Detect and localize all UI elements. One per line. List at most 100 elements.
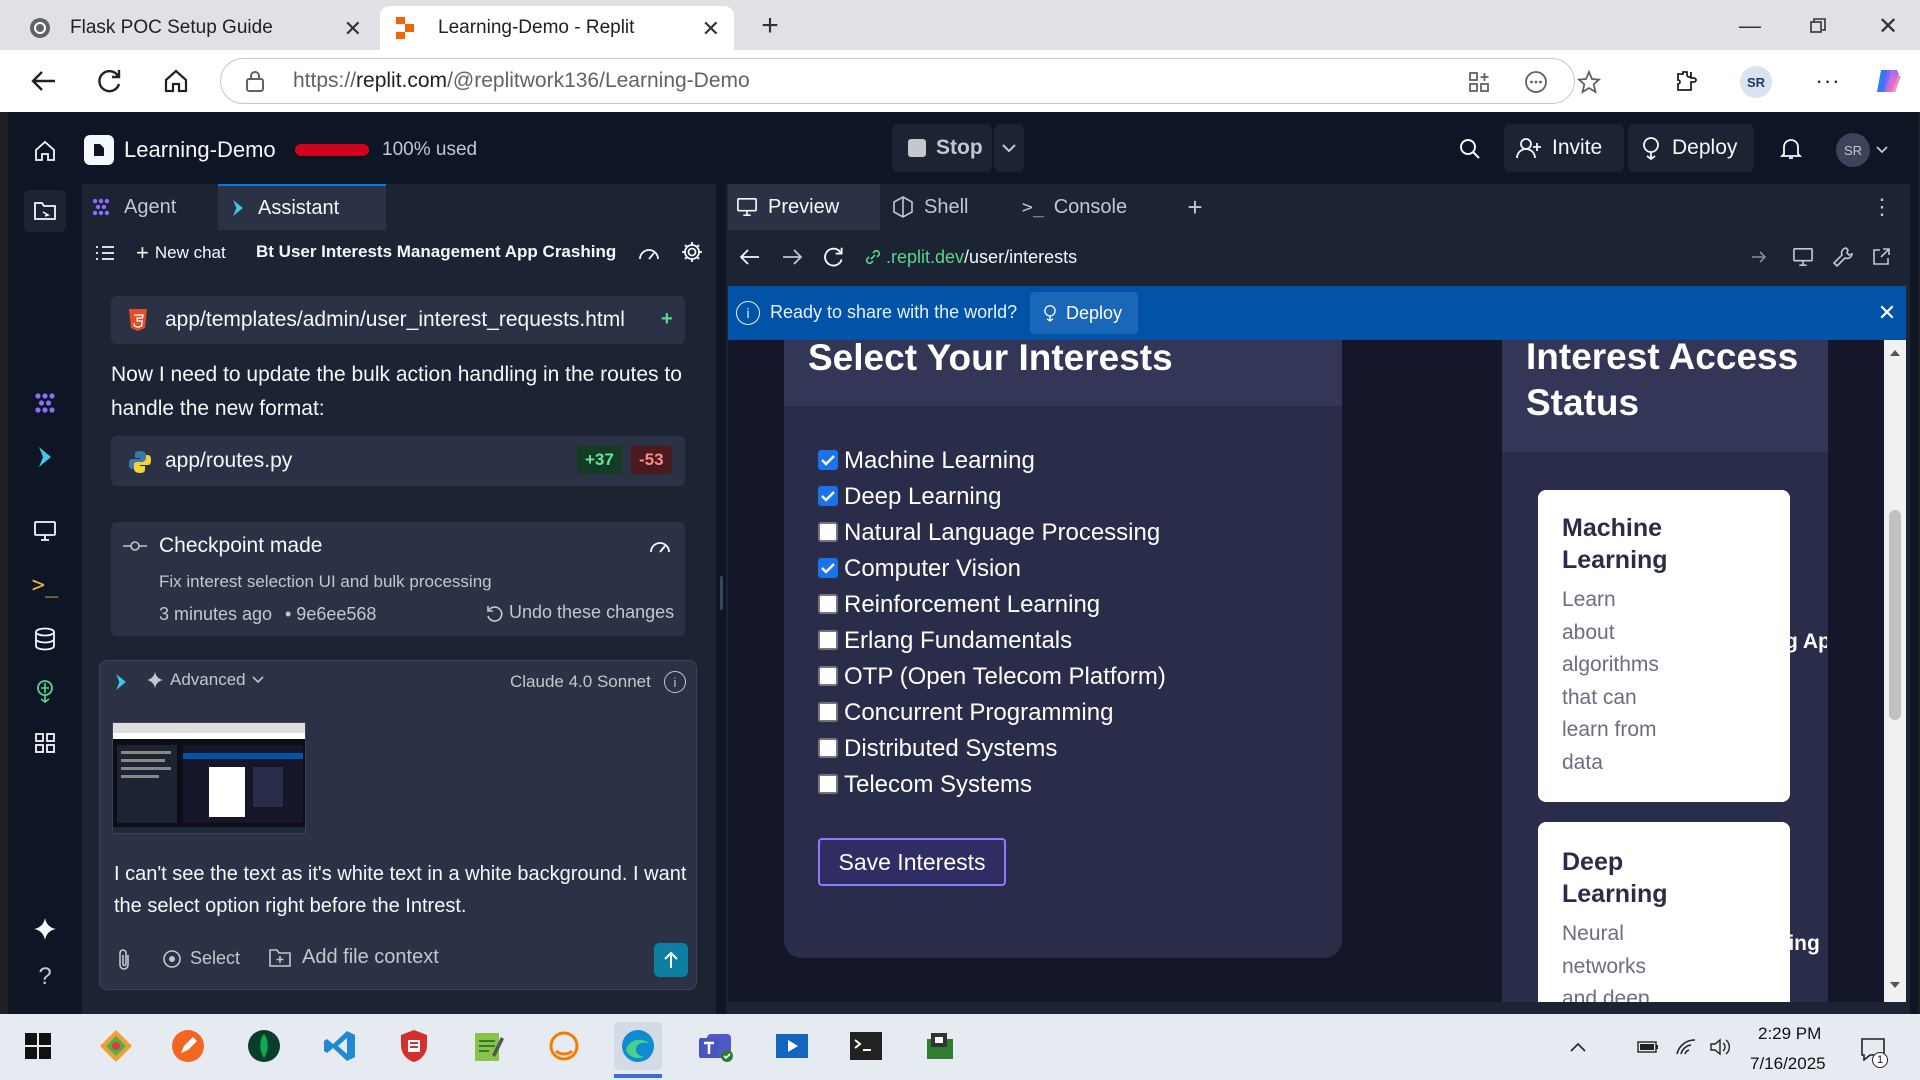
new-chat-button[interactable]: + New chat [136, 240, 226, 266]
more-options-icon[interactable]: ··· [1810, 64, 1846, 98]
preview-url-bar[interactable]: .replit.dev /user/interests [858, 238, 1768, 276]
all-tools-grid-icon[interactable] [28, 728, 62, 758]
send-arrow-icon[interactable] [654, 943, 688, 977]
tab-learning-demo[interactable]: Learning-Demo - Replit ✕ [380, 6, 734, 50]
minimize-icon[interactable]: — [1730, 8, 1770, 44]
help-icon[interactable]: ? [28, 962, 62, 992]
agent-icon[interactable] [28, 388, 62, 418]
select-element-button[interactable]: Select [162, 948, 240, 969]
profile-avatar[interactable]: SR [1740, 66, 1772, 98]
security-shield-icon[interactable] [390, 1022, 438, 1070]
devtools-wrench-icon[interactable] [1830, 244, 1856, 270]
lock-icon[interactable] [243, 69, 267, 93]
deployments-icon[interactable] [28, 676, 62, 706]
file-change-card[interactable]: app/templates/admin/user_interest_reques… [111, 296, 685, 344]
add-file-context-button[interactable]: Add file context [268, 946, 439, 969]
reload-icon[interactable] [90, 64, 130, 98]
notifications-bell-icon[interactable] [1776, 134, 1806, 164]
reload-icon[interactable] [822, 244, 846, 270]
files-icon[interactable] [24, 190, 66, 232]
scroll-down-icon[interactable] [1888, 980, 1902, 990]
tab-shell[interactable]: Shell [882, 184, 1010, 230]
deploy-button[interactable]: Deploy [1628, 124, 1754, 172]
gauge-icon[interactable] [647, 534, 673, 558]
scrollbar-thumb[interactable] [1889, 510, 1901, 720]
restore-icon[interactable] [1798, 8, 1838, 44]
interest-checkbox[interactable] [818, 630, 838, 650]
interest-checkbox[interactable] [818, 558, 838, 578]
settings-gear-icon[interactable] [678, 238, 706, 266]
preview-scrollbar[interactable] [1884, 340, 1906, 1002]
favorite-star-icon[interactable] [1576, 69, 1602, 95]
windows-start-icon[interactable] [14, 1022, 62, 1070]
read-aloud-icon[interactable] [1523, 69, 1549, 95]
pen-app-icon[interactable] [164, 1022, 212, 1070]
attach-paperclip-icon[interactable] [112, 946, 136, 972]
copilot-icon[interactable] [1870, 64, 1906, 98]
git-app-icon[interactable] [92, 1022, 140, 1070]
forward-arrow-icon[interactable] [780, 244, 804, 270]
interest-checkbox[interactable] [818, 666, 838, 686]
sparkle-icon[interactable] [28, 914, 62, 944]
database-icon[interactable] [28, 624, 62, 654]
mode-dropdown[interactable]: Advanced [146, 670, 264, 690]
tab-agent[interactable]: Agent [82, 184, 216, 230]
home-icon[interactable] [156, 64, 196, 98]
battery-icon[interactable] [1636, 1036, 1660, 1058]
tab-assistant[interactable]: Assistant [218, 184, 386, 230]
terminal-icon[interactable] [842, 1022, 890, 1070]
close-icon[interactable]: ✕ [702, 16, 720, 42]
pane-resize-handle[interactable] [720, 576, 723, 610]
vscode-icon[interactable] [316, 1022, 364, 1070]
media-player-icon[interactable] [768, 1022, 816, 1070]
edge-browser-icon[interactable] [614, 1022, 662, 1070]
undo-changes-button[interactable]: Undo these changes [485, 602, 674, 623]
new-tab-icon[interactable]: + [750, 8, 790, 44]
interest-checkbox[interactable] [818, 522, 838, 542]
go-arrow-icon[interactable] [1748, 246, 1770, 268]
interest-checkbox[interactable] [818, 486, 838, 506]
interest-checkbox[interactable] [818, 738, 838, 758]
app-available-icon[interactable] [1466, 69, 1492, 95]
clock-date[interactable]: 7/16/2025 [1750, 1054, 1826, 1074]
preview-monitor-icon[interactable] [28, 516, 62, 546]
device-view-icon[interactable] [1790, 244, 1816, 270]
attached-screenshot-thumbnail[interactable] [112, 722, 306, 834]
tab-console[interactable]: >_ Console [1012, 184, 1168, 230]
run-options-dropdown[interactable] [994, 124, 1024, 172]
interest-checkbox[interactable] [818, 702, 838, 722]
chat-title[interactable]: Bt User Interests Management App Crashin… [256, 242, 616, 262]
teams-icon[interactable] [692, 1022, 740, 1070]
sublime-app-icon[interactable] [540, 1022, 588, 1070]
kebab-menu-icon[interactable]: ⋮ [1870, 192, 1894, 222]
address-bar[interactable]: https://replit.com/@replitwork136/Learni… [220, 58, 1601, 104]
extensions-icon[interactable] [1668, 64, 1704, 98]
volume-icon[interactable] [1708, 1036, 1732, 1058]
home-icon[interactable] [30, 136, 60, 166]
chevron-down-icon[interactable] [1874, 142, 1890, 158]
clock-time[interactable]: 2:29 PM [1758, 1024, 1821, 1044]
snipping-tool-icon[interactable] [916, 1022, 964, 1070]
banner-deploy-button[interactable]: Deploy [1030, 292, 1138, 334]
open-new-window-icon[interactable] [1868, 244, 1894, 270]
interest-checkbox[interactable] [818, 594, 838, 614]
back-arrow-icon[interactable] [738, 244, 762, 270]
info-icon[interactable]: i [664, 671, 686, 693]
tab-preview[interactable]: Preview [728, 184, 880, 230]
window-close-icon[interactable]: ✕ [1868, 8, 1908, 44]
user-avatar[interactable]: SR [1836, 133, 1870, 167]
repl-name[interactable]: Learning-Demo [124, 137, 276, 163]
invite-button[interactable]: Invite [1504, 124, 1624, 172]
model-label[interactable]: Claude 4.0 Sonnet [510, 672, 651, 692]
chat-history-list-icon[interactable] [92, 240, 118, 266]
gauge-icon[interactable] [636, 240, 662, 266]
back-icon[interactable] [24, 64, 64, 98]
stop-button[interactable]: Stop [892, 124, 992, 172]
notepad-app-icon[interactable] [464, 1022, 512, 1070]
save-interests-button[interactable]: Save Interests [818, 838, 1006, 886]
close-icon[interactable]: ✕ [1874, 300, 1900, 326]
close-icon[interactable]: ✕ [344, 16, 362, 42]
show-hidden-icons-chevron-icon[interactable] [1566, 1036, 1590, 1058]
file-change-card[interactable]: app/routes.py +37 -53 [111, 436, 685, 486]
chat-input-text[interactable]: I can't see the text as it's white text … [114, 858, 692, 922]
